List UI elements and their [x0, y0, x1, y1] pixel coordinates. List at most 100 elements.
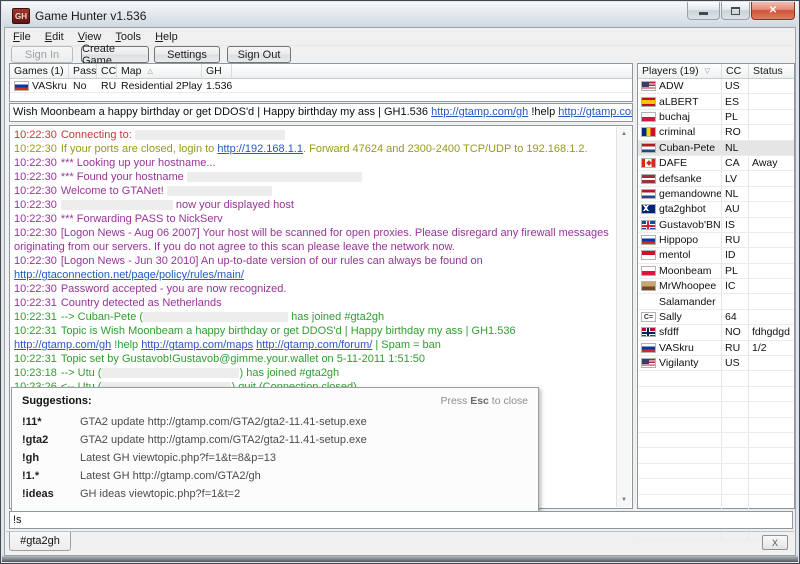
games-header-name[interactable]: Games (1): [10, 64, 69, 78]
suggestion-item[interactable]: !gta2GTA2 update http://gtamp.com/GTA2/g…: [12, 431, 538, 449]
player-status-cell: [749, 233, 794, 247]
redacted-text: [187, 172, 362, 182]
chat-text: | Spam = ban: [372, 339, 441, 351]
scroll-down-icon[interactable]: ▼: [617, 494, 631, 506]
topic-link[interactable]: http://gtamp.com/maps: [558, 106, 633, 118]
create-game-button[interactable]: Create Game: [81, 46, 149, 63]
game-row[interactable]: VASkruNoRUResidential 2Player1.536: [10, 79, 632, 93]
suggestion-description: GH ideas viewtopic.php?f=1&t=2: [80, 487, 240, 502]
chat-text: has joined #gta2gh: [288, 311, 384, 323]
chat-link[interactable]: http://192.168.1.1: [217, 143, 303, 155]
chat-link[interactable]: http://gtaconnection.net/page/policy/rul…: [14, 269, 244, 281]
empty-cell: [749, 464, 794, 478]
sign-out-button[interactable]: Sign Out: [227, 46, 291, 63]
maximize-button[interactable]: [721, 2, 750, 20]
player-cc-cell: ID: [722, 248, 749, 262]
sign-in-button[interactable]: Sign In: [11, 46, 73, 63]
chat-timestamp: 10:22:31: [14, 297, 57, 309]
chat-link[interactable]: http://gtamp.com/maps: [141, 339, 253, 351]
player-row[interactable]: MrWhoopeeIC: [638, 279, 794, 294]
player-row[interactable]: aLBERTES: [638, 94, 794, 109]
minimize-button[interactable]: [687, 2, 720, 20]
flag-id-icon: [641, 250, 656, 260]
empty-cell: [722, 495, 749, 509]
chat-text: Password accepted - you are now recogniz…: [61, 283, 287, 295]
chat-link[interactable]: http://gtamp.com/forum/: [256, 339, 372, 351]
player-name-cell: VASkru: [638, 341, 722, 355]
player-name-cell: Gustavob'BNC: [638, 218, 722, 232]
chat-line: 10:22:30 now your displayed host: [14, 198, 614, 212]
suggestion-item[interactable]: !11*GTA2 update http://gtamp.com/GTA2/gt…: [12, 413, 538, 431]
player-cc-cell: RU: [722, 233, 749, 247]
player-row[interactable]: Gustavob'BNCIS: [638, 218, 794, 233]
games-header-map[interactable]: Map△: [117, 64, 202, 78]
player-row[interactable]: DAFECAAway: [638, 156, 794, 171]
suggestion-item[interactable]: !1.*Latest GH http://gtamp.com/GTA2/gh: [12, 467, 538, 485]
player-row[interactable]: gta2ghbot AU: [638, 202, 794, 217]
chat-line: 10:22:30*** Looking up your hostname...: [14, 156, 614, 170]
chat-link[interactable]: http://gtamp.com/gh: [14, 339, 111, 351]
menu-item-edit[interactable]: Edit: [38, 30, 71, 44]
player-row[interactable]: Cuban-PeteNL: [638, 141, 794, 156]
games-header-pass[interactable]: Pass: [69, 64, 97, 78]
player-row[interactable]: gemandownedNL: [638, 187, 794, 202]
player-row[interactable]: MoonbeamPL: [638, 264, 794, 279]
chat-timestamp: 10:22:30: [14, 157, 57, 169]
players-header-cc[interactable]: CC: [722, 64, 749, 78]
chat-timestamp: 10:22:30: [14, 199, 57, 211]
suggestions-list: !11*GTA2 update http://gtamp.com/GTA2/gt…: [12, 413, 538, 503]
empty-cell: [722, 464, 749, 478]
player-row[interactable]: criminalRO: [638, 125, 794, 140]
player-row[interactable]: defsankeLV: [638, 171, 794, 186]
suggestion-item[interactable]: !ghLatest GH viewtopic.php?f=1&t=8&p=13: [12, 449, 538, 467]
player-row[interactable]: buchajPL: [638, 110, 794, 125]
chat-timestamp: 10:23:18: [14, 367, 57, 379]
games-header-cc[interactable]: CC: [97, 64, 117, 78]
empty-cell: [638, 418, 722, 432]
player-row[interactable]: HippopoRU: [638, 233, 794, 248]
player-status-cell: [749, 94, 794, 108]
games-header-gh[interactable]: GH: [202, 64, 232, 78]
chat-line: 10:22:30If your ports are closed, login …: [14, 142, 614, 156]
game-name-cell: VASkru: [10, 80, 69, 92]
scroll-up-icon[interactable]: ▲: [617, 128, 631, 140]
chat-line: 10:22:30*** Forwarding PASS to NickServ: [14, 212, 614, 226]
player-cc-cell: AU: [722, 202, 749, 216]
chat-text: Country detected as Netherlands: [61, 297, 222, 309]
player-row[interactable]: mentolID: [638, 248, 794, 263]
flag-es-icon: [641, 97, 656, 107]
flag-us-icon: [641, 358, 656, 368]
settings-button[interactable]: Settings: [154, 46, 220, 63]
player-name: gemandowned: [659, 188, 722, 200]
maximize-icon: [731, 7, 740, 15]
players-header-status[interactable]: Status: [749, 64, 794, 78]
player-row-empty: [638, 448, 794, 463]
player-row[interactable]: VigilantyUS: [638, 356, 794, 371]
player-row[interactable]: ADWUS: [638, 79, 794, 94]
player-row[interactable]: sfdffNOfdhgdgd: [638, 325, 794, 340]
player-row[interactable]: Salamander: [638, 294, 794, 309]
player-name-cell: Hippopo: [638, 233, 722, 247]
player-cc-cell: NL: [722, 187, 749, 201]
message-input[interactable]: [9, 511, 793, 529]
chat-scrollbar[interactable]: ▲ ▼: [616, 127, 631, 507]
player-status-cell: fdhgdgd: [749, 325, 794, 339]
empty-cell: [638, 495, 722, 509]
empty-cell: [749, 387, 794, 401]
menu-item-file[interactable]: File: [6, 30, 38, 44]
menu-item-help[interactable]: Help: [148, 30, 185, 44]
close-tab-button[interactable]: X: [762, 535, 788, 550]
tab-gta2gh[interactable]: #gta2gh: [9, 532, 71, 551]
suggestion-item[interactable]: !ideasGH ideas viewtopic.php?f=1&t=2: [12, 485, 538, 503]
close-button[interactable]: ✕: [751, 2, 795, 20]
player-cc-cell: PL: [722, 264, 749, 278]
player-row[interactable]: C=Sally64: [638, 310, 794, 325]
player-row[interactable]: VASkruRU1/2: [638, 341, 794, 356]
player-status-cell: [749, 310, 794, 324]
players-header-name[interactable]: Players (19)▽: [638, 64, 722, 78]
flag-ru-icon: [14, 81, 29, 91]
empty-cell: [722, 433, 749, 447]
player-name: gta2ghbot: [659, 203, 706, 215]
player-name-cell: mentol: [638, 248, 722, 262]
topic-link[interactable]: http://gtamp.com/gh: [431, 106, 528, 118]
